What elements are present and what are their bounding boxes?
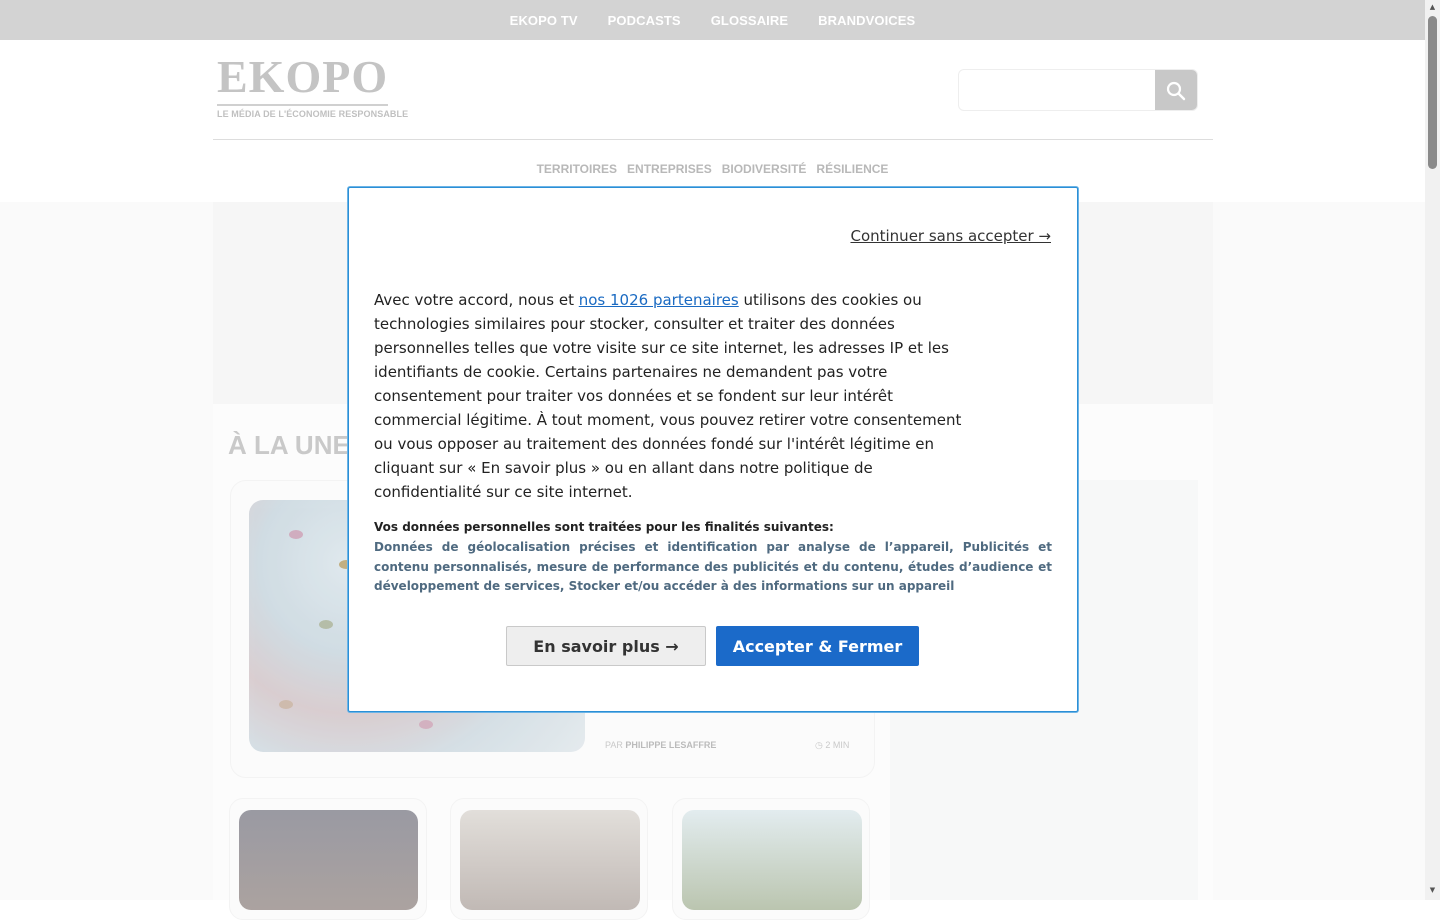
consent-text-end: utilisons des cookies ou technologies si… bbox=[374, 291, 962, 501]
section-title-a-la-une: À LA UNE bbox=[228, 430, 350, 460]
article-read-time: ◷ 2 MIN bbox=[815, 740, 849, 751]
article-thumbnail[interactable] bbox=[460, 810, 640, 910]
consent-description: Avec votre accord, nous et nos 1026 part… bbox=[374, 288, 974, 504]
category-territoires[interactable]: TERRITOIRES bbox=[537, 162, 617, 176]
category-navigation: TERRITOIRES ENTREPRISES BIODIVERSITÉ RÉS… bbox=[0, 162, 1425, 176]
consent-text-start: Avec votre accord, nous et bbox=[374, 291, 579, 309]
top-navigation: EKOPO TV PODCASTS GLOSSAIRE BRANDVOICES bbox=[0, 0, 1425, 40]
purposes-title: Vos données personnelles sont traitées p… bbox=[374, 520, 834, 534]
logo-underline bbox=[217, 104, 388, 106]
site-logo[interactable]: EKOPO LE MÉDIA DE L'ÉCONOMIE RESPONSABLE bbox=[217, 54, 408, 119]
article-author[interactable]: PHILIPPE LESAFFRE bbox=[625, 740, 716, 750]
topnav-glossaire[interactable]: GLOSSAIRE bbox=[711, 13, 788, 28]
search-field[interactable] bbox=[958, 69, 1198, 111]
category-resilience[interactable]: RÉSILIENCE bbox=[816, 162, 888, 176]
search-input[interactable] bbox=[959, 70, 1155, 110]
scroll-up-arrow-icon[interactable]: ▲ bbox=[1428, 3, 1437, 11]
search-icon bbox=[1166, 81, 1186, 101]
header-divider bbox=[213, 139, 1213, 140]
accept-and-close-button[interactable]: Accepter & Fermer bbox=[716, 626, 919, 666]
logo-wordmark: EKOPO bbox=[217, 51, 389, 102]
byline-prefix: PAR bbox=[605, 740, 623, 750]
clock-icon: ◷ bbox=[815, 740, 823, 750]
purposes-list: Données de géolocalisation précises et i… bbox=[374, 540, 1052, 593]
category-biodiversite[interactable]: BIODIVERSITÉ bbox=[722, 162, 807, 176]
article-byline: PAR PHILIPPE LESAFFRE bbox=[605, 740, 716, 750]
partners-link[interactable]: nos 1026 partenaires bbox=[579, 291, 739, 309]
topnav-brandvoices[interactable]: BRANDVOICES bbox=[818, 13, 915, 28]
search-button[interactable] bbox=[1155, 70, 1197, 110]
topnav-podcasts[interactable]: PODCASTS bbox=[608, 13, 681, 28]
article-thumbnail[interactable] bbox=[682, 810, 862, 910]
continue-without-accepting-link[interactable]: Continuer sans accepter → bbox=[850, 227, 1051, 245]
logo-tagline: LE MÉDIA DE L'ÉCONOMIE RESPONSABLE bbox=[217, 109, 409, 119]
read-time-label: 2 MIN bbox=[825, 740, 850, 750]
learn-more-button[interactable]: En savoir plus → bbox=[506, 626, 706, 666]
cookie-consent-dialog: Continuer sans accepter → Avec votre acc… bbox=[348, 187, 1078, 712]
article-thumbnail[interactable] bbox=[239, 810, 418, 910]
scroll-down-arrow-icon[interactable]: ▼ bbox=[1428, 886, 1437, 894]
site-header: EKOPO LE MÉDIA DE L'ÉCONOMIE RESPONSABLE… bbox=[0, 40, 1425, 202]
category-entreprises[interactable]: ENTREPRISES bbox=[627, 162, 712, 176]
scrollbar-thumb[interactable] bbox=[1428, 16, 1437, 169]
topnav-ekopo-tv[interactable]: EKOPO TV bbox=[510, 13, 578, 28]
